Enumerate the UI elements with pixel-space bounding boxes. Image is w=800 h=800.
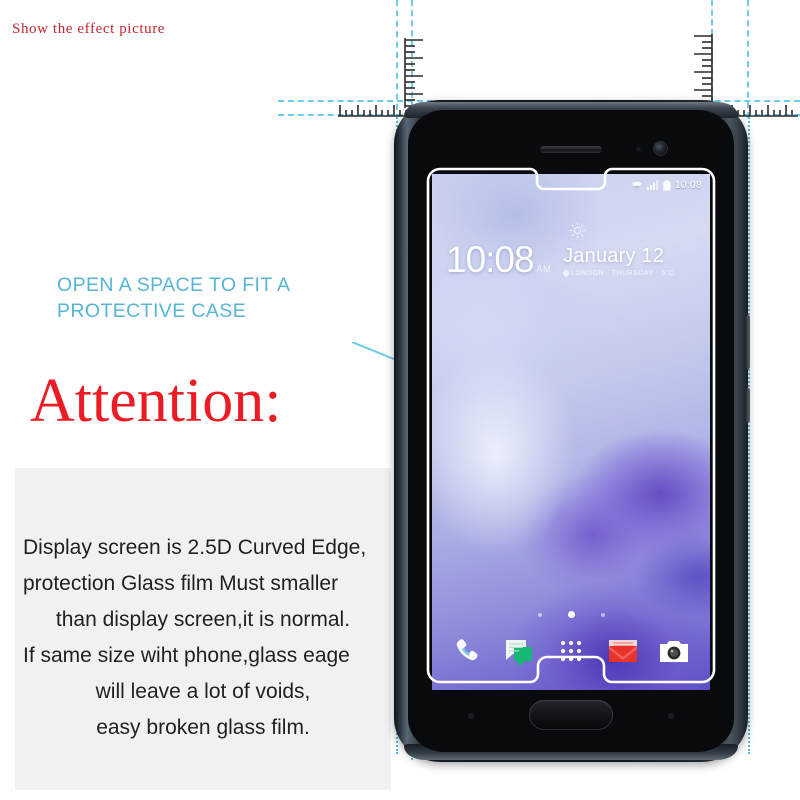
wifi-icon <box>631 181 642 190</box>
warning-line-6: easy broken glass film. <box>96 716 310 739</box>
home-dock <box>432 628 710 674</box>
lockscreen-meridiem: AM <box>536 264 552 274</box>
page-title: Show the effect picture <box>12 21 166 37</box>
phone-front-face: 10:08 10:08 AM January 12 LONDON · THURS… <box>408 110 734 752</box>
lockscreen-date-block: January 12 LONDON · THURSDAY · 5°C <box>563 222 674 277</box>
warning-line-2: protection Glass film Must smaller <box>23 572 339 595</box>
lockscreen-clock: 10:08 <box>446 239 535 280</box>
dock-item-app-drawer[interactable] <box>554 634 588 668</box>
signal-bars-icon <box>646 180 658 190</box>
front-camera-icon <box>654 142 667 155</box>
phone-device: 10:08 10:08 AM January 12 LONDON · THURS… <box>394 100 750 762</box>
status-bar: 10:08 <box>432 174 710 196</box>
marketing-image-canvas: Show the effect picture OPEN A SPACE TO … <box>0 0 800 800</box>
guide-line-vertical-body-left <box>396 0 398 110</box>
ruler-vertical-right <box>688 32 714 108</box>
dock-item-gmail[interactable] <box>606 634 640 668</box>
back-nav-dot-icon[interactable] <box>468 713 474 719</box>
earpiece-speaker-icon <box>540 146 602 153</box>
sun-icon <box>569 222 586 239</box>
phone-handset-icon <box>456 639 478 661</box>
page-dot[interactable] <box>600 612 605 617</box>
dock-item-messages[interactable] <box>502 634 536 668</box>
lockscreen-clock-row: 10:08 AM January 12 LONDON · THURSDAY · … <box>446 222 696 278</box>
phone-screen[interactable]: 10:08 10:08 AM January 12 LONDON · THURS… <box>432 174 710 690</box>
envelope-icon <box>608 640 637 662</box>
home-button[interactable] <box>529 700 613 730</box>
status-bar-time: 10:08 <box>674 179 702 191</box>
power-button[interactable] <box>746 388 750 422</box>
recents-nav-dot-icon[interactable] <box>668 713 674 719</box>
dock-item-phone[interactable] <box>451 634 485 668</box>
message-bubble-icon <box>506 640 533 667</box>
grid-dots-icon <box>560 640 582 662</box>
page-dot[interactable] <box>537 612 542 617</box>
guide-dot-right-body <box>748 114 750 754</box>
callout-text: OPEN A SPACE TO FIT A PROTECTIVE CASE <box>57 272 357 324</box>
proximity-sensor-icon <box>636 147 641 152</box>
callout-line-2: PROTECTIVE CASE <box>57 300 247 322</box>
page-dot-active[interactable] <box>567 611 575 618</box>
warning-line-5: will leave a lot of voids, <box>95 680 311 703</box>
camera-icon <box>660 641 689 662</box>
location-pin-icon <box>563 270 570 277</box>
warning-line-4: If same size wiht phone,glass eage <box>23 644 350 667</box>
page-indicator <box>432 611 710 618</box>
dock-item-camera[interactable] <box>657 634 691 668</box>
warning-line-3: than display screen,it is normal. <box>55 608 351 631</box>
callout-line-1: OPEN A SPACE TO FIT A <box>57 274 291 296</box>
volume-rocker[interactable] <box>746 315 750 369</box>
lockscreen-subline: LONDON · THURSDAY · 5°C <box>571 270 675 277</box>
lockscreen-subline-row: LONDON · THURSDAY · 5°C <box>563 270 674 277</box>
lockscreen-date: January 12 <box>563 245 665 267</box>
battery-icon <box>663 179 671 191</box>
wallpaper-glow <box>432 349 577 556</box>
attention-heading: Attention: <box>30 367 282 435</box>
warning-line-1: Display screen is 2.5D Curved Edge, <box>23 536 367 559</box>
warning-text-block: Display screen is 2.5D Curved Edge, prot… <box>15 530 391 746</box>
